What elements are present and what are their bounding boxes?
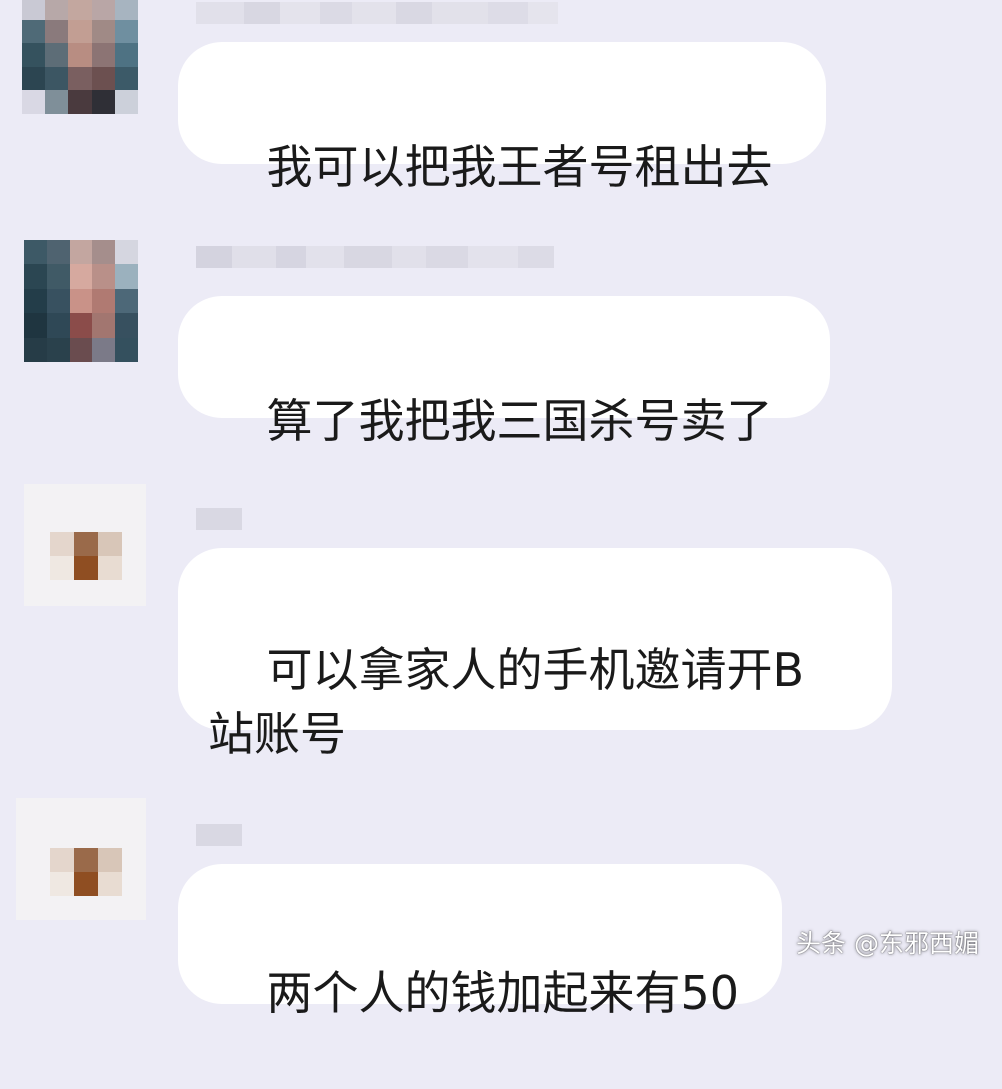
avatar[interactable] (16, 798, 146, 920)
avatar-pixel (74, 532, 98, 556)
message-text: 两个人的钱加起来有50 (266, 966, 740, 1020)
avatar-pixel (98, 872, 122, 896)
message-bubble[interactable]: 我可以把我王者号租出去 (178, 42, 826, 194)
message-bubble[interactable]: 两个人的钱加起来有50 (178, 864, 782, 1020)
chat-message: 我可以把我王者号租出去 (0, 0, 1002, 200)
avatar[interactable] (24, 484, 146, 606)
message-text: 可以拿家人的手机邀请开B站账号 (208, 643, 805, 761)
message-text: 我可以把我王者号租出去 (266, 140, 773, 194)
sender-name-blurred (196, 2, 558, 24)
watermark: 头条 @东邪西媚 (796, 929, 979, 958)
message-bubble[interactable]: 可以拿家人的手机邀请开B站账号 (178, 548, 892, 761)
avatar-pixel (50, 872, 74, 896)
avatar[interactable] (24, 240, 138, 362)
avatar-pixel (74, 848, 98, 872)
chat-message: 可以拿家人的手机邀请开B站账号 (0, 484, 1002, 761)
message-bubble[interactable]: 算了我把我三国杀号卖了 (178, 296, 830, 448)
avatar-pixel (74, 872, 98, 896)
sender-name-blurred (196, 508, 242, 530)
avatar-pixel (98, 556, 122, 580)
message-text: 算了我把我三国杀号卖了 (266, 394, 773, 448)
avatar-pixel (50, 556, 74, 580)
avatar-pixel (50, 848, 74, 872)
chat-message: 算了我把我三国杀号卖了 (0, 226, 1002, 448)
avatar-pixel (98, 532, 122, 556)
sender-name-blurred (196, 246, 554, 268)
avatar[interactable] (22, 0, 138, 114)
avatar-pixel (50, 532, 74, 556)
avatar-pixel (74, 556, 98, 580)
avatar-pixel (98, 848, 122, 872)
sender-name-blurred (196, 824, 242, 846)
